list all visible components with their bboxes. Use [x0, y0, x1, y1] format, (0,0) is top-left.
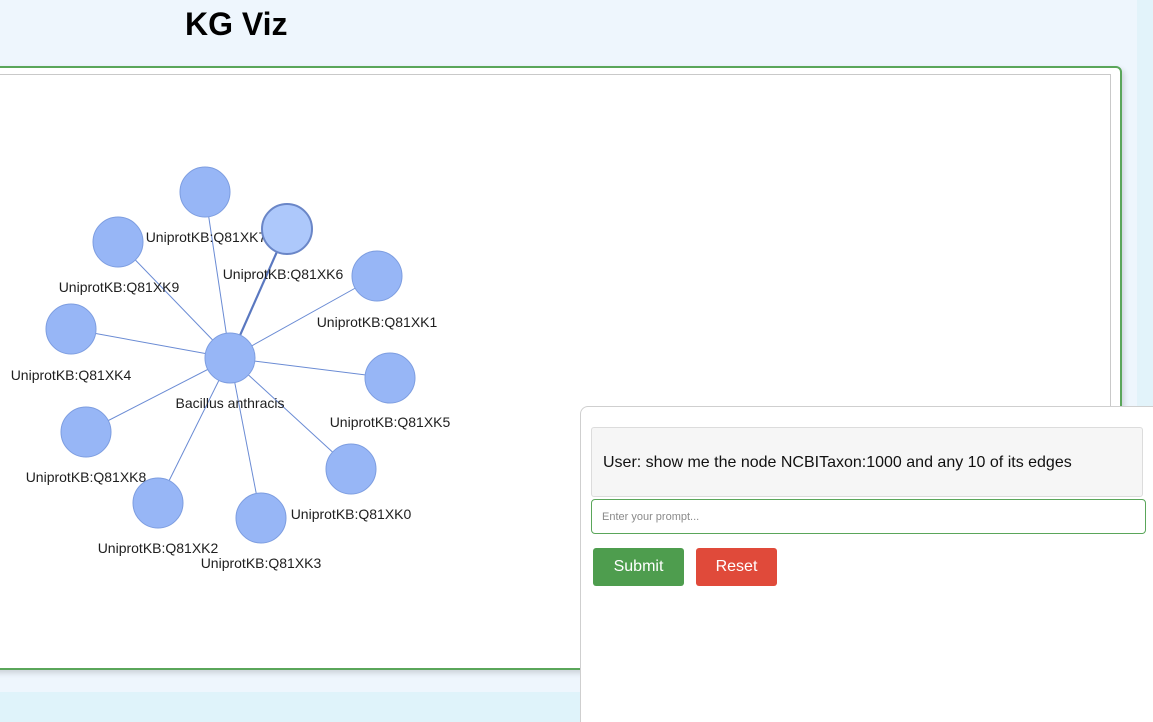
reset-button[interactable]: Reset: [696, 548, 777, 586]
chat-panel: User: show me the node NCBITaxon:1000 an…: [580, 406, 1153, 722]
graph-node-n0[interactable]: [325, 443, 377, 495]
graph-node-label-n2: UniprotKB:Q81XK2: [98, 540, 219, 556]
graph-node-label-n3: UniprotKB:Q81XK3: [201, 555, 322, 571]
graph-node-n4[interactable]: [45, 303, 97, 355]
graph-node-n2[interactable]: [132, 477, 184, 529]
graph-node-n3[interactable]: [235, 492, 287, 544]
graph-node-label-n8: UniprotKB:Q81XK8: [26, 469, 147, 485]
chat-message-user: User: show me the node NCBITaxon:1000 an…: [603, 454, 1072, 471]
graph-node-n6[interactable]: [261, 203, 313, 255]
prompt-input[interactable]: [591, 499, 1146, 534]
graph-node-n5[interactable]: [364, 352, 416, 404]
graph-node-n8[interactable]: [60, 406, 112, 458]
graph-node-center[interactable]: [204, 332, 256, 384]
graph-node-n1[interactable]: [351, 250, 403, 302]
graph-node-label-n6: UniprotKB:Q81XK6: [223, 266, 344, 282]
graph-node-label-n4: UniprotKB:Q81XK4: [11, 367, 132, 383]
graph-node-label-n1: UniprotKB:Q81XK1: [317, 314, 438, 330]
graph-node-label-n7: UniprotKB:Q81XK7: [146, 229, 267, 245]
graph-node-label-n5: UniprotKB:Q81XK5: [330, 414, 451, 430]
chat-history: User: show me the node NCBITaxon:1000 an…: [591, 427, 1143, 497]
graph-node-center-label: Bacillus anthracis: [176, 395, 285, 411]
graph-node-n7[interactable]: [179, 166, 231, 218]
app-title: KG Viz: [185, 6, 288, 42]
graph-node-n9[interactable]: [92, 216, 144, 268]
submit-button[interactable]: Submit: [593, 548, 684, 586]
graph-node-label-n9: UniprotKB:Q81XK9: [59, 279, 180, 295]
graph-node-label-n0: UniprotKB:Q81XK0: [291, 506, 412, 522]
